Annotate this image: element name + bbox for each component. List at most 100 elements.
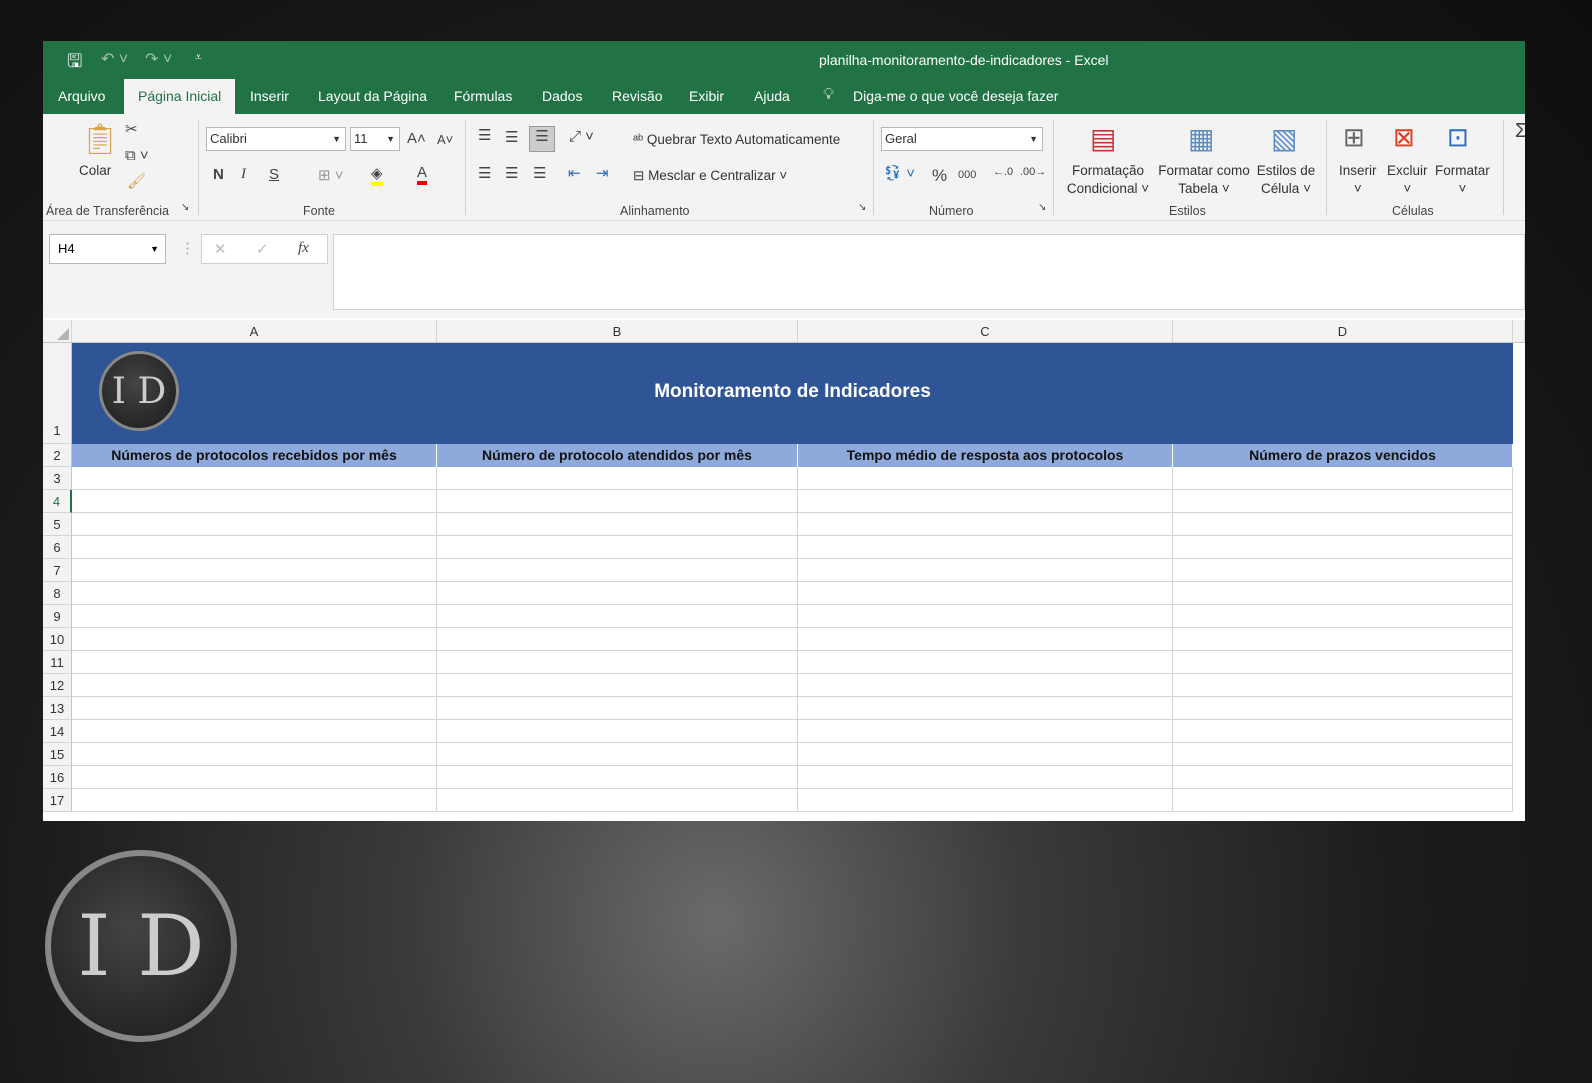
customize-qat-icon[interactable]: ⩡ [195, 50, 202, 65]
borders-icon[interactable]: ⊞ ˅ [318, 166, 344, 184]
grid-cell[interactable] [798, 513, 1173, 536]
grid-cell[interactable] [437, 582, 798, 605]
tell-me-search[interactable]: Diga-me o que você deseja fazer [843, 79, 1068, 114]
grid-cell[interactable] [437, 467, 798, 490]
grid-cell[interactable] [72, 467, 437, 490]
grid-cell[interactable] [72, 766, 437, 789]
grid-cell[interactable] [798, 467, 1173, 490]
grid-cell[interactable] [72, 651, 437, 674]
grid-cell[interactable] [1173, 697, 1513, 720]
delete-cells-button[interactable]: Excluir˅ [1387, 162, 1428, 198]
merge-center-button[interactable]: ⊟ Mesclar e Centralizar ˅ [633, 167, 787, 185]
font-color-icon[interactable]: A [417, 164, 427, 185]
autosum-icon[interactable]: Σ [1515, 120, 1525, 143]
column-header-a[interactable]: A [72, 320, 437, 343]
row-header[interactable]: 14 [43, 720, 72, 743]
format-table-icon[interactable]: ▦ [1188, 122, 1214, 155]
format-cells-icon[interactable]: ⊡ [1447, 122, 1469, 153]
increase-decimal-icon[interactable]: ←.0 [993, 166, 1013, 178]
grid-cell[interactable] [437, 513, 798, 536]
grid-cell[interactable] [1173, 628, 1513, 651]
grid-cell[interactable] [72, 720, 437, 743]
grid-cell[interactable] [798, 651, 1173, 674]
grid-cell[interactable] [437, 651, 798, 674]
conditional-format-icon[interactable]: ▤ [1090, 122, 1116, 155]
grid-cell[interactable] [72, 697, 437, 720]
grid-cell[interactable] [437, 674, 798, 697]
row-header[interactable]: 15 [43, 743, 72, 766]
fill-color-icon[interactable]: ◈ [371, 164, 383, 186]
grid-cell[interactable] [1173, 674, 1513, 697]
grid-cell[interactable] [72, 628, 437, 651]
tab-dados[interactable]: Dados [532, 79, 592, 114]
header-cell-c2[interactable]: Tempo médio de resposta aos protocolos [798, 444, 1173, 467]
tab-layout[interactable]: Layout da Página [308, 79, 437, 114]
grid-cell[interactable] [1173, 536, 1513, 559]
grid-cell[interactable] [798, 674, 1173, 697]
increase-indent-icon[interactable]: ⇥ [596, 164, 609, 182]
insert-function-button[interactable]: fx [298, 240, 309, 257]
grid-cell[interactable] [437, 766, 798, 789]
grid-cell[interactable] [1173, 743, 1513, 766]
grid-cell[interactable] [798, 628, 1173, 651]
dialog-launcher-icon[interactable]: ↘ [181, 202, 189, 213]
align-top-icon[interactable]: ☰ [478, 126, 491, 144]
cancel-icon[interactable]: ✕ [214, 240, 227, 258]
wrap-text-button[interactable]: ᵃᵇ Quebrar Texto Automaticamente [633, 131, 840, 149]
cut-icon[interactable]: ✂ [125, 120, 138, 138]
grid-cell[interactable] [1173, 490, 1513, 513]
select-all-button[interactable] [43, 320, 72, 343]
font-size-select[interactable]: 11▼ [350, 127, 400, 151]
align-right-icon[interactable]: ☰ [533, 164, 546, 182]
grid-cell[interactable] [72, 674, 437, 697]
tab-pagina-inicial[interactable]: Página Inicial [124, 79, 235, 114]
align-left-icon[interactable]: ☰ [478, 164, 491, 182]
format-cells-button[interactable]: Formatar˅ [1435, 162, 1490, 198]
grid-cell[interactable] [72, 559, 437, 582]
tab-inserir[interactable]: Inserir [240, 79, 299, 114]
enter-icon[interactable]: ✓ [256, 240, 269, 258]
row-header[interactable]: 10 [43, 628, 72, 651]
grid-cell[interactable] [437, 536, 798, 559]
paste-button[interactable]: Colar [79, 162, 111, 180]
grid-cell[interactable] [72, 513, 437, 536]
row-header[interactable]: 6 [43, 536, 72, 559]
grid-cell[interactable] [437, 720, 798, 743]
grid-cell[interactable] [1173, 789, 1513, 812]
tab-arquivo[interactable]: Arquivo [48, 79, 115, 114]
grid-cell[interactable] [798, 582, 1173, 605]
name-box[interactable]: H4▼ [49, 234, 166, 264]
row-header[interactable]: 2 [43, 444, 72, 467]
number-format-select[interactable]: Geral▼ [881, 127, 1043, 151]
align-middle-icon[interactable]: ☰ [505, 128, 518, 146]
thousands-button[interactable]: 000 [958, 169, 976, 181]
grid-cell[interactable] [437, 490, 798, 513]
formula-input[interactable] [333, 234, 1525, 310]
row-header[interactable]: 5 [43, 513, 72, 536]
grid-cell[interactable] [1173, 651, 1513, 674]
delete-cells-icon[interactable]: ⊠ [1393, 122, 1415, 153]
insert-cells-button[interactable]: Inserir˅ [1339, 162, 1377, 198]
bold-button[interactable]: N [213, 166, 224, 183]
paste-icon[interactable]: 📋︎ [81, 122, 119, 157]
conditional-format-button[interactable]: FormataçãoCondicional ˅ [1063, 162, 1153, 198]
undo-icon[interactable]: ↶ ˅ [101, 49, 128, 69]
grid-cell[interactable] [437, 559, 798, 582]
grid-cell[interactable] [1173, 582, 1513, 605]
header-cell-a2[interactable]: Números de protocolos recebidos por mês [72, 444, 437, 467]
row-header[interactable]: 7 [43, 559, 72, 582]
grid-cell[interactable] [798, 536, 1173, 559]
align-center-icon[interactable]: ☰ [505, 164, 518, 182]
redo-icon[interactable]: ↷ ˅ [145, 49, 172, 69]
grid-cell[interactable] [1173, 559, 1513, 582]
grid-cell[interactable] [437, 605, 798, 628]
header-cell-d2[interactable]: Número de prazos vencidos [1173, 444, 1513, 467]
row-header[interactable]: 16 [43, 766, 72, 789]
cell-styles-icon[interactable]: ▧ [1271, 122, 1297, 155]
italic-button[interactable]: I [241, 166, 246, 183]
tab-revisao[interactable]: Revisão [602, 79, 673, 114]
tab-exibir[interactable]: Exibir [679, 79, 734, 114]
grid-cell[interactable] [437, 743, 798, 766]
grid-cell[interactable] [798, 490, 1173, 513]
grid-cell[interactable] [1173, 513, 1513, 536]
